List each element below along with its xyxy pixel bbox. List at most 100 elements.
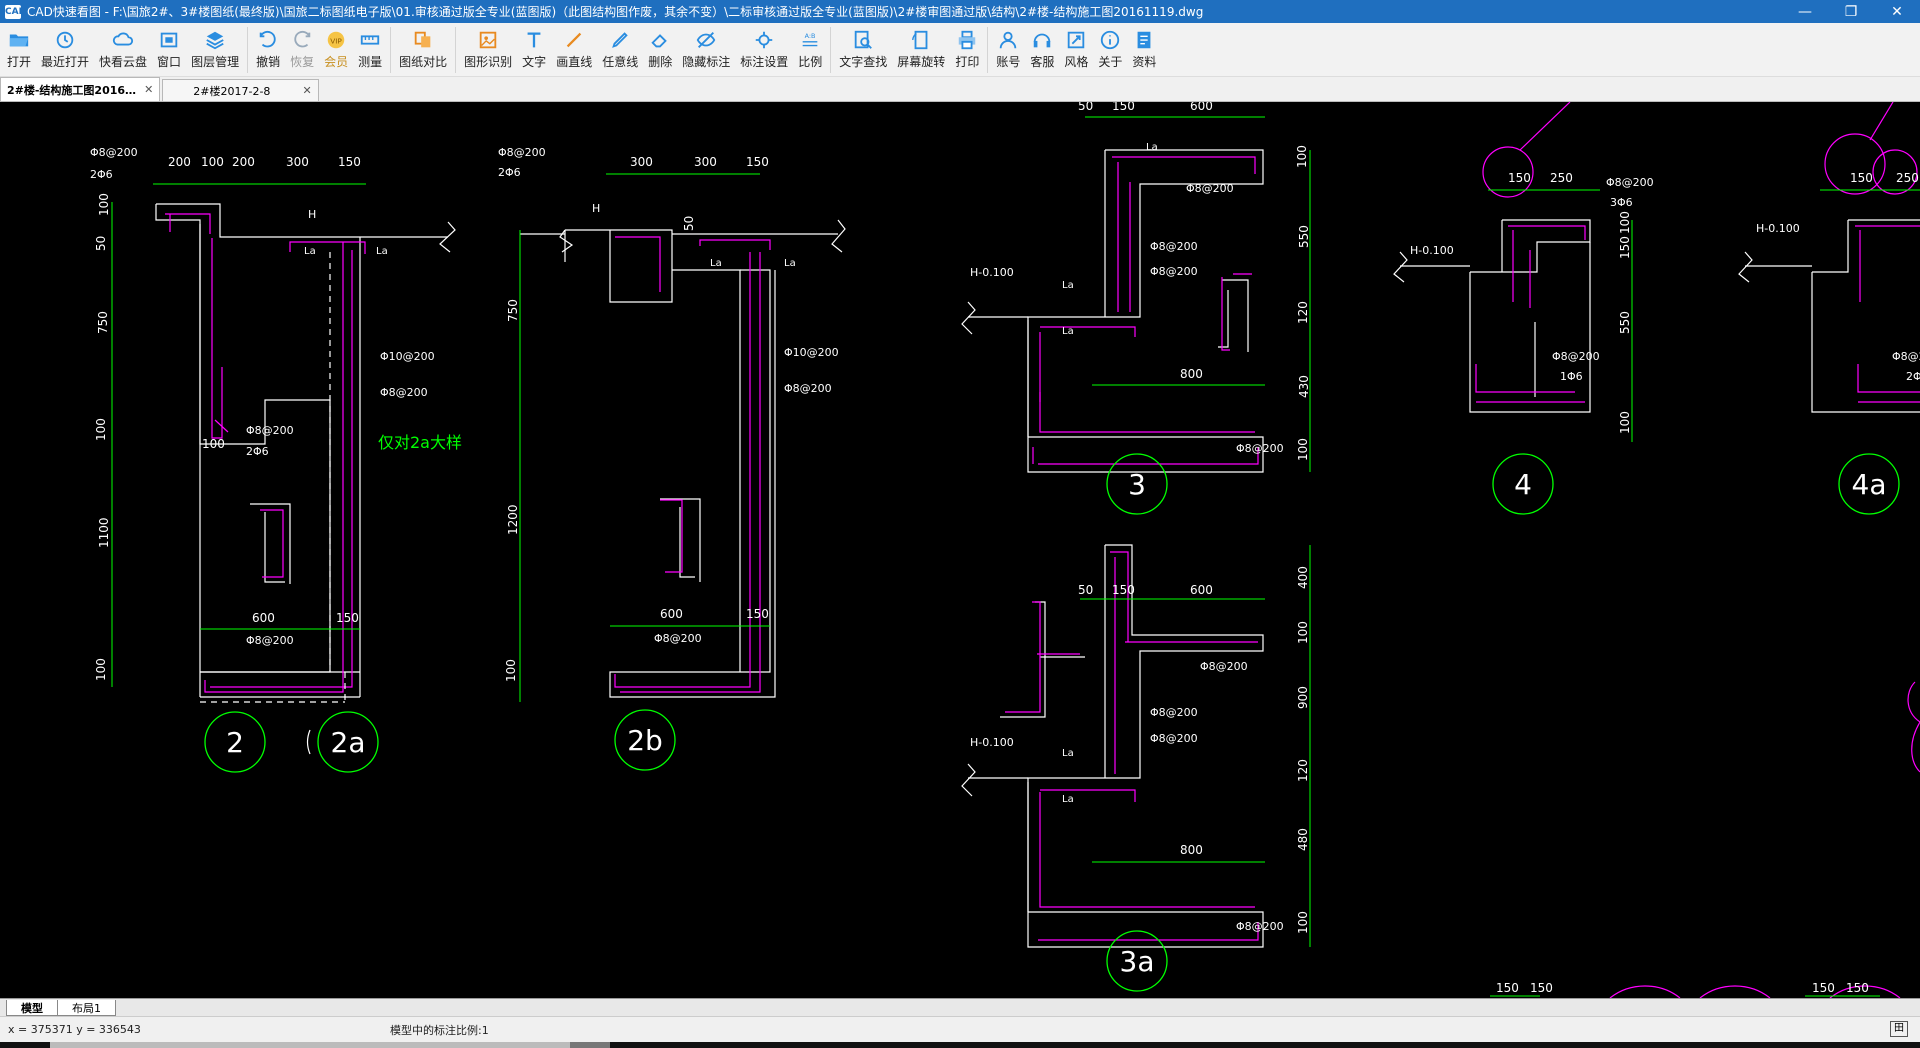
rebar-note: Φ8@200 bbox=[498, 146, 546, 159]
annotation-scale: 模型中的标注比例:1 bbox=[390, 1023, 489, 1037]
horizontal-scrollbar[interactable] bbox=[0, 1042, 1920, 1048]
dim-text: 800 bbox=[1180, 843, 1203, 857]
tab-layout1[interactable]: 布局1 bbox=[57, 1000, 116, 1016]
undo-button[interactable]: 撤销 bbox=[251, 23, 285, 77]
dim-text: 150 bbox=[1812, 981, 1835, 995]
rebar-note: Φ8@200 bbox=[1552, 350, 1600, 363]
rebar-note: Φ8@200 bbox=[1150, 265, 1198, 278]
rotate-button[interactable]: 屏幕旋转 bbox=[892, 23, 950, 77]
eraser-icon bbox=[651, 34, 668, 48]
rebar-note: 2Φ6 bbox=[246, 445, 269, 458]
account-button[interactable]: 账号 bbox=[991, 23, 1025, 77]
detail-4a bbox=[1738, 219, 1920, 413]
level-marks: H H H-0.100 H-0.100 H-0.100 H-0.100 bbox=[308, 202, 1800, 749]
anchor-label: La bbox=[784, 258, 796, 269]
line-button[interactable]: 画直线 bbox=[551, 23, 597, 77]
dim-text: 400 bbox=[1296, 566, 1310, 589]
title-bar: CAD CAD快速看图 - F:\国旅2#、3#楼图纸(最终版)\国旅二标图纸电… bbox=[0, 0, 1920, 23]
text-button[interactable]: 文字 bbox=[517, 23, 551, 77]
detail-label-2b: 2b bbox=[627, 724, 663, 757]
dim-text: 150 bbox=[1618, 236, 1632, 259]
scrollbar-thumb[interactable] bbox=[50, 1042, 590, 1048]
cloud-button[interactable]: 快看云盘 bbox=[94, 23, 152, 77]
rebar-note: Φ8@200 bbox=[1150, 732, 1198, 745]
dim-text: 150 bbox=[746, 607, 769, 621]
style-icon bbox=[1068, 31, 1085, 49]
handwritten-note: 仅对2a大样 bbox=[378, 433, 462, 452]
scale-button[interactable]: A:B 比例 bbox=[793, 23, 827, 77]
dim-text: 100 bbox=[1296, 438, 1310, 461]
dim-text: 50 bbox=[682, 216, 696, 231]
window-button[interactable]: 窗口 bbox=[152, 23, 186, 77]
style-button[interactable]: 风格 bbox=[1059, 23, 1093, 77]
docs-button[interactable]: 资料 bbox=[1127, 23, 1161, 77]
dim-text: 250 bbox=[1550, 171, 1573, 185]
dim-text: 300 bbox=[630, 155, 653, 169]
dim-text: 150 bbox=[1508, 171, 1531, 185]
recent-label: 最近打开 bbox=[41, 55, 90, 69]
dimset-button[interactable]: 标注设置 bbox=[735, 23, 793, 77]
dim-text: 200 bbox=[168, 155, 191, 169]
layers-button[interactable]: 图层管理 bbox=[186, 23, 244, 77]
vip-button[interactable]: VIP 会员 bbox=[319, 23, 353, 77]
dim-text: 100 bbox=[94, 658, 108, 681]
hide-button[interactable]: 隐藏标注 bbox=[677, 23, 735, 77]
level-mark: H-0.100 bbox=[970, 736, 1014, 749]
toolbar-separator bbox=[455, 27, 457, 73]
compare-button[interactable]: 图纸对比 bbox=[394, 23, 452, 77]
find-button[interactable]: 文字查找 bbox=[834, 23, 892, 77]
freeline-button[interactable]: 任意线 bbox=[597, 23, 643, 77]
dim-text: 100 bbox=[1296, 911, 1310, 934]
measure-button[interactable]: 测量 bbox=[353, 23, 387, 77]
close-tab-icon[interactable]: ✕ bbox=[302, 84, 311, 97]
main-toolbar: 打开 最近打开 快看云盘 窗口 图层管理 撤销 恢复 VIP 会员 测量 图纸对比 图形识别 文字 画直线… bbox=[0, 23, 1920, 77]
drawing-canvas[interactable]: 2 2a 2b 3 3a 4 4a 200 100 200 300 150 10… bbox=[0, 102, 1920, 998]
minimize-button[interactable]: — bbox=[1782, 0, 1828, 23]
tab-label: 2#楼2017-2-8 bbox=[193, 84, 271, 98]
print-button[interactable]: 打印 bbox=[950, 23, 984, 77]
dim-text: 480 bbox=[1296, 828, 1310, 851]
find-label: 文字查找 bbox=[839, 55, 888, 69]
restore-button[interactable]: ❐ bbox=[1828, 0, 1874, 23]
detail-label-4: 4 bbox=[1514, 468, 1532, 501]
close-tab-icon[interactable]: ✕ bbox=[144, 83, 153, 96]
dim-text: 600 bbox=[252, 611, 275, 625]
layers-label: 图层管理 bbox=[191, 55, 240, 69]
recent-button[interactable]: 最近打开 bbox=[36, 23, 94, 77]
cad-drawing[interactable]: 2 2a 2b 3 3a 4 4a 200 100 200 300 150 10… bbox=[0, 102, 1920, 998]
toolbar-separator bbox=[247, 27, 249, 73]
close-button[interactable]: ✕ bbox=[1874, 0, 1920, 23]
rebar-note: 3Φ6 bbox=[1610, 196, 1633, 209]
anchor-label: La bbox=[710, 258, 722, 269]
compare-icon bbox=[414, 31, 431, 48]
docs-label: 资料 bbox=[1132, 55, 1157, 69]
rebar-note: Φ8@200 bbox=[784, 382, 832, 395]
dim-text: 800 bbox=[1180, 367, 1203, 381]
grid-toggle-icon[interactable]: 田 bbox=[1890, 1021, 1908, 1037]
history-icon bbox=[56, 31, 74, 49]
about-button[interactable]: 关于 bbox=[1093, 23, 1127, 77]
cad-text-layer: 2 2a 2b 3 3a 4 4a 200 100 200 300 150 10… bbox=[90, 102, 1920, 995]
open-button[interactable]: 打开 bbox=[2, 23, 36, 77]
recognize-button[interactable]: 图形识别 bbox=[459, 23, 517, 77]
erase-button[interactable]: 删除 bbox=[643, 23, 677, 77]
dim-text: 750 bbox=[96, 311, 110, 334]
tab-structural-drawing[interactable]: 2#楼-结构施工图2016… ✕ bbox=[0, 77, 161, 101]
rebar-note: Φ10@200 bbox=[380, 350, 435, 363]
redo-button[interactable]: 恢复 bbox=[285, 23, 319, 77]
dim-text: 150 bbox=[1846, 981, 1869, 995]
dim-text: 1100 bbox=[97, 517, 111, 548]
service-button[interactable]: 客服 bbox=[1025, 23, 1059, 77]
rebar-note: 1Φ6 bbox=[1560, 370, 1583, 383]
scale-label: 比例 bbox=[798, 55, 823, 69]
detail-label-2a: 2a bbox=[331, 726, 366, 759]
dim-text: 100 bbox=[1296, 621, 1310, 644]
printer-icon bbox=[959, 30, 976, 50]
rebar-note: 2Φ6 bbox=[90, 168, 113, 181]
toolbar-separator bbox=[987, 27, 989, 73]
compare-label: 图纸对比 bbox=[399, 55, 448, 69]
recognize-icon bbox=[479, 31, 497, 49]
tab-model[interactable]: 模型 bbox=[6, 1000, 58, 1016]
tab-building-2-2017[interactable]: 2#楼2017-2-8 ✕ bbox=[162, 79, 319, 101]
dim-text: 600 bbox=[1190, 583, 1213, 597]
